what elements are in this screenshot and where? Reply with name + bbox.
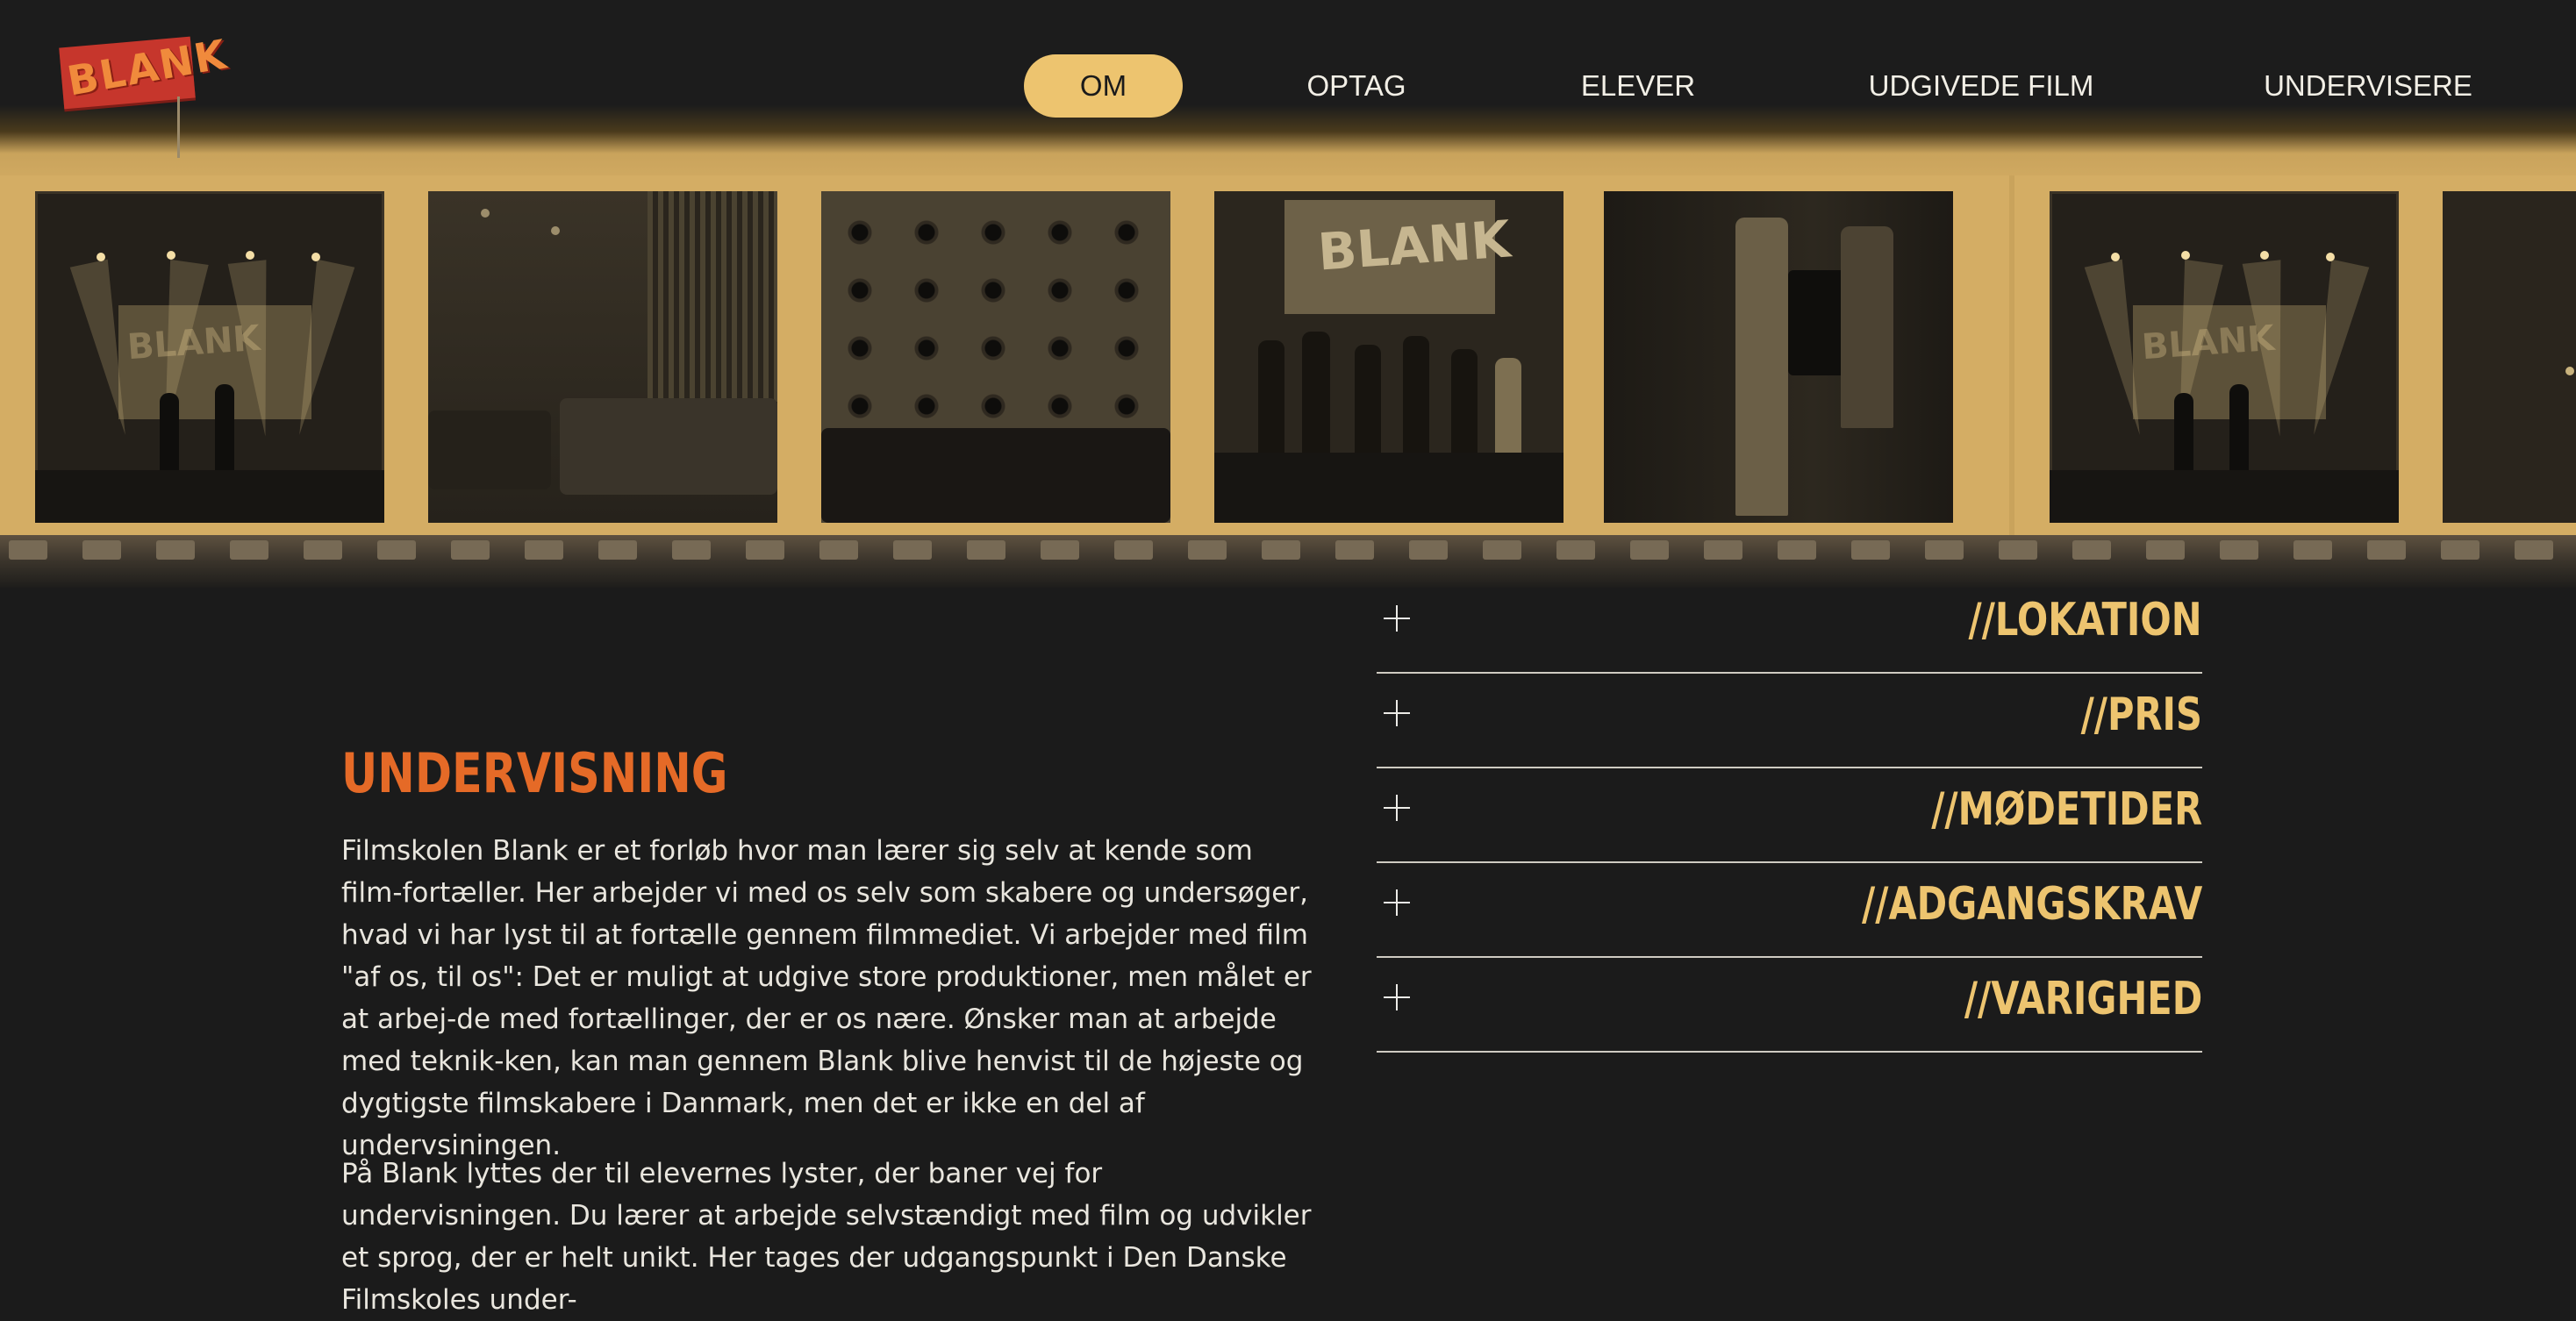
- person-figure: [1258, 340, 1284, 454]
- stage-floor: [35, 470, 384, 523]
- sprocket-hole: [1041, 540, 1079, 560]
- accordion-label: //MØDETIDER: [1931, 783, 2202, 836]
- sprocket-hole: [9, 540, 47, 560]
- section-title: UNDERVISNING: [341, 741, 728, 805]
- accordion-label: //ADGANGSKRAV: [1861, 878, 2202, 931]
- nav-item-elever[interactable]: ELEVER: [1572, 54, 1704, 118]
- film-frame-partial: [2443, 191, 2576, 523]
- sprocket-hole: [1630, 540, 1669, 560]
- sprocket-hole: [1925, 540, 1964, 560]
- wall-panels: [648, 191, 777, 402]
- film-frame-stage-2: BLANK: [2050, 191, 2399, 523]
- sprocket-hole: [230, 540, 268, 560]
- ceiling-light: [481, 209, 490, 218]
- assistant-figure: [1841, 226, 1893, 428]
- stage-light: [97, 253, 105, 261]
- sprocket-hole: [1409, 540, 1448, 560]
- info-accordion: //LOKATION //PRIS //MØDETIDER //ADGANGSK…: [1377, 579, 2202, 1053]
- accordion-item-adgangskrav[interactable]: //ADGANGSKRAV: [1377, 863, 2202, 958]
- sprocket-hole: [1188, 540, 1227, 560]
- sprocket-hole: [2441, 540, 2479, 560]
- stage-light: [2181, 251, 2190, 260]
- camera-operator-figure: [1735, 218, 1788, 516]
- film-frame-cinema-room: [428, 191, 777, 523]
- film-frame-studded-wall: [821, 191, 1170, 523]
- person-figure: [1495, 358, 1521, 454]
- plus-icon[interactable]: [1384, 984, 1410, 1010]
- plus-icon[interactable]: [1384, 605, 1410, 632]
- sprocket-hole: [893, 540, 932, 560]
- photo-filmstrip: BLANK BLANK BLANK: [0, 175, 2576, 588]
- sprocket-hole: [2220, 540, 2258, 560]
- sprocket-hole: [1114, 540, 1153, 560]
- site-header: BLANK OM OPTAG ELEVER UDGIVEDE FILM UNDE…: [0, 0, 2576, 184]
- person-figure: [1403, 336, 1429, 454]
- filmstrip-divider: [2009, 175, 2014, 535]
- stage-light: [2260, 251, 2269, 260]
- stage-light: [2565, 367, 2574, 375]
- audience-silhouettes: [821, 428, 1170, 523]
- second-paragraph: På Blank lyttes der til elevernes lyster…: [341, 1158, 1312, 1316]
- nav-item-om[interactable]: OM: [1024, 54, 1183, 118]
- intro-paragraph: Filmskolen Blank er et forløb hvor man l…: [341, 835, 1312, 1161]
- nav-item-optag[interactable]: OPTAG: [1290, 54, 1423, 118]
- accordion-item-varighed[interactable]: //VARIGHED: [1377, 958, 2202, 1053]
- sprocket-hole: [377, 540, 416, 560]
- sprocket-hole: [598, 540, 637, 560]
- stage-floor: [2050, 470, 2399, 523]
- sprocket-hole: [525, 540, 563, 560]
- stage-light: [2326, 253, 2335, 261]
- accordion-label: //VARIGHED: [1964, 973, 2202, 1025]
- sprocket-hole: [1704, 540, 1742, 560]
- accordion-item-lokation[interactable]: //LOKATION: [1377, 579, 2202, 674]
- main-nav: OM OPTAG ELEVER UDGIVEDE FILM UNDERVISER…: [0, 54, 2576, 118]
- stage-floor: [1214, 453, 1563, 523]
- seat-row: [428, 411, 551, 489]
- sprocket-hole: [1556, 540, 1595, 560]
- sprocket-hole: [746, 540, 784, 560]
- screen-console: [560, 398, 777, 495]
- stage-light: [246, 251, 254, 260]
- film-frame-group-stage: BLANK: [1214, 191, 1563, 523]
- sprocket-hole: [819, 540, 858, 560]
- sprocket-hole: [1262, 540, 1300, 560]
- sprocket-hole: [1335, 540, 1374, 560]
- sprocket-hole: [1483, 540, 1521, 560]
- nav-item-udgivede-film[interactable]: UDGIVEDE FILM: [1860, 54, 2102, 118]
- sprocket-hole: [1778, 540, 1816, 560]
- sprocket-hole: [451, 540, 490, 560]
- plus-icon[interactable]: [1384, 889, 1410, 916]
- sprocket-hole: [304, 540, 342, 560]
- sprocket-hole: [672, 540, 711, 560]
- sprocket-hole: [82, 540, 121, 560]
- person-figure: [1355, 345, 1381, 454]
- person-figure: [1302, 332, 1330, 454]
- stage-light: [311, 253, 320, 261]
- sprocket-hole: [1851, 540, 1890, 560]
- person-figure: [1451, 349, 1478, 454]
- plus-icon[interactable]: [1384, 700, 1410, 726]
- nav-item-undervisere[interactable]: UNDERVISERE: [2255, 54, 2481, 118]
- sprocket-hole: [2293, 540, 2332, 560]
- accordion-label: //LOKATION: [1968, 594, 2202, 646]
- sprocket-hole: [156, 540, 195, 560]
- sprocket-hole: [2146, 540, 2185, 560]
- sprocket-hole: [1999, 540, 2037, 560]
- sprocket-hole: [2072, 540, 2111, 560]
- filmstrip-sprockets: [0, 540, 2576, 560]
- accordion-label: //PRIS: [2080, 689, 2202, 741]
- accordion-item-pris[interactable]: //PRIS: [1377, 674, 2202, 768]
- stage-light: [2111, 253, 2120, 261]
- plus-icon[interactable]: [1384, 795, 1410, 821]
- ceiling-light: [551, 226, 560, 235]
- sprocket-hole: [2515, 540, 2553, 560]
- film-frame-stage-1: BLANK: [35, 191, 384, 523]
- sprocket-hole: [2367, 540, 2406, 560]
- stage-light: [167, 251, 175, 260]
- sprocket-hole: [967, 540, 1005, 560]
- film-frame-camera-operator: [1604, 191, 1953, 523]
- accordion-item-modetider[interactable]: //MØDETIDER: [1377, 768, 2202, 863]
